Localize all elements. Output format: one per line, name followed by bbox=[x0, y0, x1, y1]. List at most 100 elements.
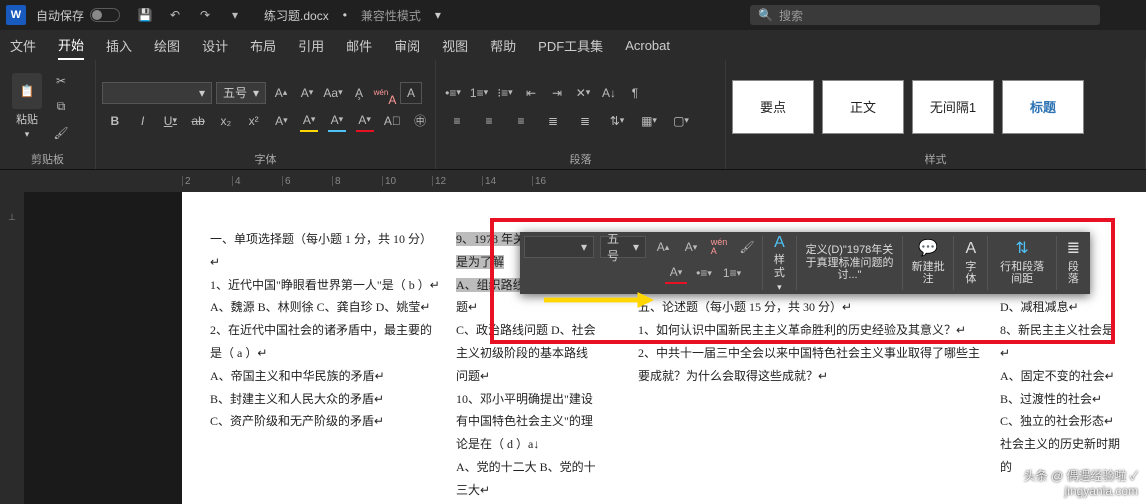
justify-button[interactable]: ≣ bbox=[542, 110, 564, 132]
autosave-label: 自动保存 bbox=[36, 7, 84, 24]
mt-font-dropdown[interactable]: ▾ bbox=[524, 236, 594, 258]
underline-button[interactable]: U▾ bbox=[162, 110, 180, 132]
mt-line-spacing-button[interactable]: ⇅ 行和段落间距 bbox=[988, 232, 1056, 294]
tab-PDF工具集[interactable]: PDF工具集 bbox=[538, 32, 603, 59]
align-left-button[interactable]: ≡ bbox=[446, 110, 468, 132]
font-name-dropdown[interactable]: ▾ bbox=[102, 82, 212, 104]
style-item[interactable]: 要点 bbox=[732, 80, 814, 134]
style-item[interactable]: 正文 bbox=[822, 80, 904, 134]
tab-插入[interactable]: 插入 bbox=[106, 32, 132, 59]
style-item[interactable]: 无间隔1 bbox=[912, 80, 994, 134]
copy-button[interactable]: ⧉ bbox=[50, 97, 72, 117]
search-input[interactable]: 🔍 搜索 bbox=[750, 5, 1100, 25]
document-line[interactable]: A、帝国主义和中华民族的矛盾↵ bbox=[210, 365, 442, 388]
line-spacing-button[interactable]: ⇅▾ bbox=[606, 110, 628, 132]
qat-dropdown-icon[interactable]: ▾ bbox=[226, 6, 244, 24]
font-size-dropdown[interactable]: 五号▾ bbox=[216, 82, 266, 104]
undo-icon[interactable]: ↶ bbox=[166, 6, 184, 24]
document-line[interactable]: A、党的十二大 B、党的十三大↵ bbox=[456, 456, 598, 502]
superscript-button[interactable]: x² bbox=[245, 110, 263, 132]
mt-grow-font-icon[interactable]: A▴ bbox=[652, 236, 674, 258]
tab-文件[interactable]: 文件 bbox=[10, 32, 36, 59]
mt-new-comment-button[interactable]: 💬 新建批注 bbox=[903, 232, 953, 294]
char-border-icon[interactable]: A bbox=[400, 82, 422, 104]
show-marks-button[interactable]: ¶ bbox=[624, 82, 646, 104]
mt-fontsize-dropdown[interactable]: 五号▾ bbox=[600, 236, 646, 258]
doc-name: 练习题.docx bbox=[264, 7, 329, 24]
format-painter-button[interactable]: 🖌 bbox=[50, 123, 72, 143]
text-effects-button[interactable]: A▾ bbox=[273, 110, 291, 132]
font-group-label: 字体 bbox=[102, 149, 429, 167]
document-line[interactable]: C、资产阶级和无产阶级的矛盾↵ bbox=[210, 410, 442, 433]
tab-引用[interactable]: 引用 bbox=[298, 32, 324, 59]
sort-button[interactable]: A↓ bbox=[598, 82, 620, 104]
italic-button[interactable]: I bbox=[134, 110, 152, 132]
bullets-button[interactable]: •≡▾ bbox=[442, 82, 464, 104]
document-line[interactable]: 10、邓小平明确提出"建设有中国特色社会主义"的理论是在（ d ）a↓ bbox=[456, 388, 598, 456]
change-case-icon[interactable]: Aa▾ bbox=[322, 82, 344, 104]
cut-button[interactable]: ✂ bbox=[50, 71, 72, 91]
char-shading-button[interactable]: A▾ bbox=[328, 110, 346, 132]
save-icon[interactable]: 💾 bbox=[136, 6, 154, 24]
dec-indent-button[interactable]: ⇤ bbox=[520, 82, 542, 104]
tab-绘图[interactable]: 绘图 bbox=[154, 32, 180, 59]
tab-设计[interactable]: 设计 bbox=[202, 32, 228, 59]
tab-Acrobat[interactable]: Acrobat bbox=[625, 34, 670, 57]
shrink-font-icon[interactable]: A▾ bbox=[296, 82, 318, 104]
paste-button[interactable]: 📋 bbox=[12, 73, 42, 109]
document-line[interactable]: B、封建主义和人民大众的矛盾↵ bbox=[210, 388, 442, 411]
numbering-button[interactable]: 1≡▾ bbox=[468, 82, 490, 104]
document-line[interactable]: 一、单项选择题（每小题 1 分，共 10 分）↵ bbox=[210, 228, 442, 274]
word-logo: W bbox=[6, 5, 26, 25]
font-color-button[interactable]: A▾ bbox=[356, 110, 374, 132]
mt-paragraph-button[interactable]: ≣ 段落 bbox=[1057, 232, 1090, 294]
bold-button[interactable]: B bbox=[106, 110, 124, 132]
document-line[interactable]: B、过渡性的社会↵ bbox=[1000, 388, 1124, 411]
align-center-button[interactable]: ≡ bbox=[478, 110, 500, 132]
mt-bullets-button[interactable]: •≡▾ bbox=[693, 262, 715, 284]
compat-mode: 兼容性模式 bbox=[361, 7, 421, 24]
tab-开始[interactable]: 开始 bbox=[58, 31, 84, 60]
search-icon: 🔍 bbox=[758, 8, 773, 22]
styles-group-label: 样式 bbox=[732, 149, 1139, 167]
highlight-button[interactable]: A▾ bbox=[300, 110, 318, 132]
phonetic-guide-icon[interactable]: A̧ bbox=[348, 82, 370, 104]
mt-font-dialog-button[interactable]: A 字体 bbox=[954, 232, 987, 294]
mt-shrink-font-icon[interactable]: A▾ bbox=[680, 236, 702, 258]
multilevel-button[interactable]: ⁝≡▾ bbox=[494, 82, 516, 104]
pinyin-icon[interactable]: wénA bbox=[374, 82, 396, 104]
grow-font-icon[interactable]: A▴ bbox=[270, 82, 292, 104]
distributed-button[interactable]: ≣ bbox=[574, 110, 596, 132]
document-line[interactable]: 1、近代中国"睁眼看世界第一人"是（ b ）↵ bbox=[210, 274, 442, 297]
strike-button[interactable]: ab bbox=[189, 110, 207, 132]
tab-邮件[interactable]: 邮件 bbox=[346, 32, 372, 59]
shading-button[interactable]: ▦▾ bbox=[638, 110, 660, 132]
document-line[interactable]: A、魏源 B、林则徐 C、龚自珍 D、姚莹↵ bbox=[210, 296, 442, 319]
mt-define-style-button[interactable]: 定义(D)"1978年关于真理标准问题的讨..." bbox=[797, 232, 902, 294]
asian-layout-button[interactable]: ✕▾ bbox=[572, 82, 594, 104]
document-line[interactable]: 2、在近代中国社会的诸矛盾中，最主要的是（ a ）↵ bbox=[210, 319, 442, 365]
document-line[interactable]: 2、中共十一届三中全会以来中国特色社会主义事业取得了哪些主要成就？为什么会取得这… bbox=[638, 342, 980, 388]
tab-帮助[interactable]: 帮助 bbox=[490, 32, 516, 59]
inc-indent-button[interactable]: ⇥ bbox=[546, 82, 568, 104]
clear-format-button[interactable]: A⃠ bbox=[384, 110, 402, 132]
enclosed-char-button[interactable]: ㊥ bbox=[411, 110, 429, 132]
redo-icon[interactable]: ↷ bbox=[196, 6, 214, 24]
tab-视图[interactable]: 视图 bbox=[442, 32, 468, 59]
document-line[interactable]: C、独立的社会形态↵ bbox=[1000, 410, 1124, 433]
subscript-button[interactable]: x₂ bbox=[217, 110, 235, 132]
mt-pinyin-icon[interactable]: wénA bbox=[708, 236, 730, 258]
mt-format-painter-icon[interactable]: 🖌 bbox=[736, 236, 758, 258]
paragraph-group-label: 段落 bbox=[442, 149, 719, 167]
autosave-toggle[interactable] bbox=[90, 8, 120, 22]
tab-布局[interactable]: 布局 bbox=[250, 32, 276, 59]
document-line[interactable]: A、固定不变的社会↵ bbox=[1000, 365, 1124, 388]
borders-button[interactable]: ▢▾ bbox=[670, 110, 692, 132]
mt-font-color-button[interactable]: A▾ bbox=[665, 262, 687, 284]
align-right-button[interactable]: ≡ bbox=[510, 110, 532, 132]
mt-style-button[interactable]: A 样式▾ bbox=[763, 232, 796, 294]
tab-审阅[interactable]: 审阅 bbox=[394, 32, 420, 59]
watermark: 头条 @ 偶遇经验啦 ✓ jingyanla.com bbox=[1024, 469, 1138, 498]
style-item[interactable]: 标题 bbox=[1002, 80, 1084, 134]
mt-numbering-button[interactable]: 1≡▾ bbox=[721, 262, 743, 284]
